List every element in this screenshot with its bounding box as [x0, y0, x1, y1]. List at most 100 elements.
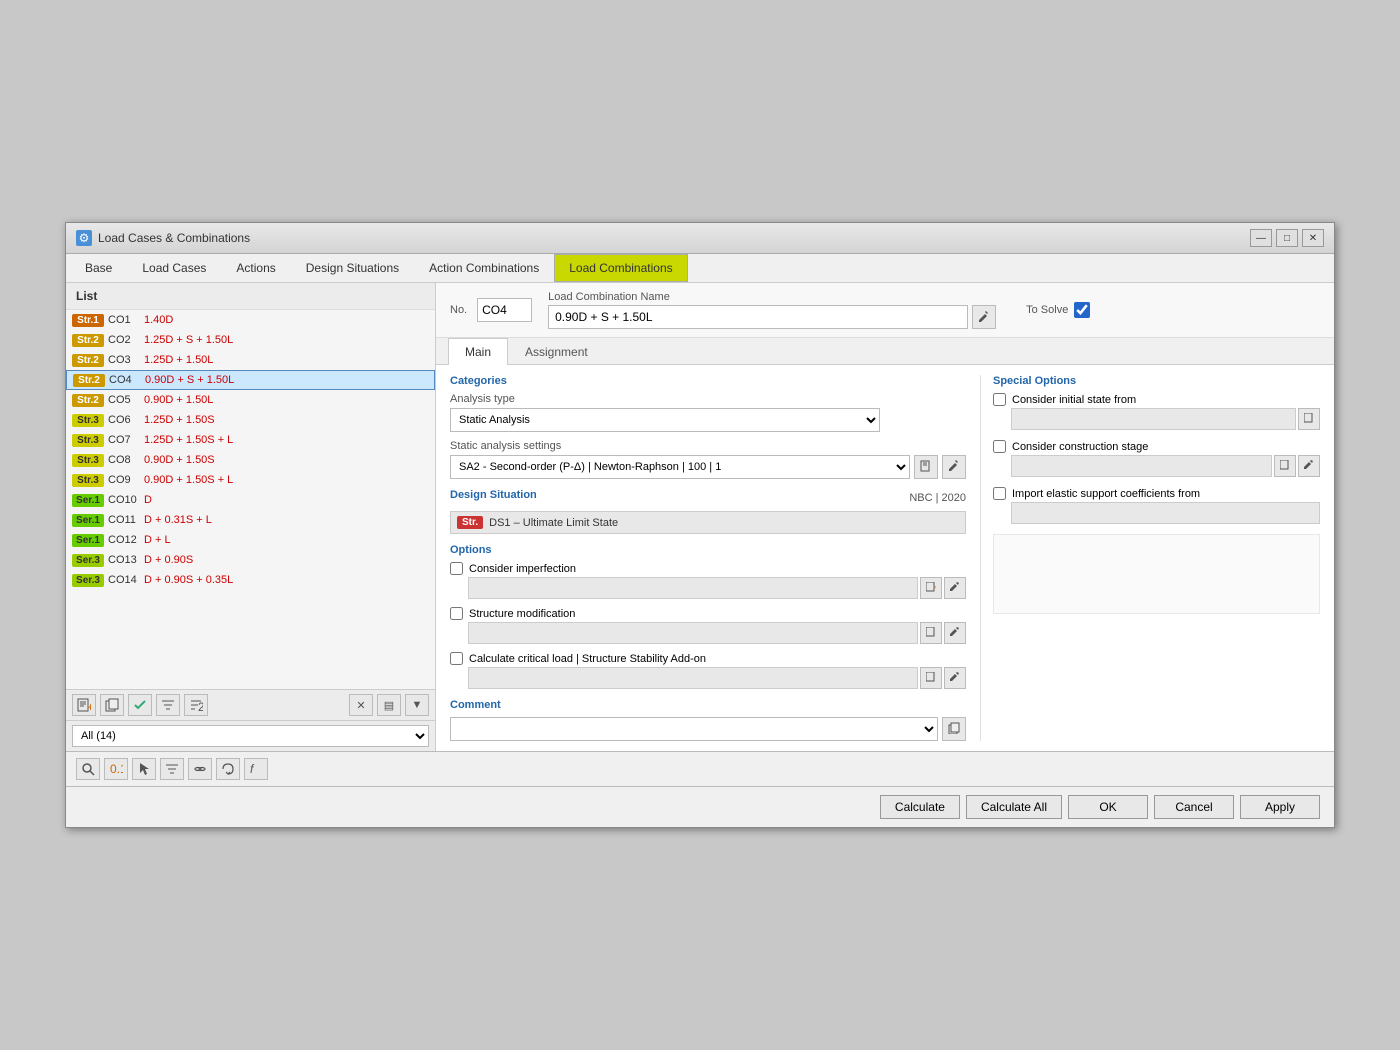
static-settings-select[interactable]: SA2 - Second-order (P-Δ) | Newton-Raphso…: [450, 455, 910, 479]
check-button[interactable]: [128, 694, 152, 716]
imperfection-edit-btn[interactable]: [944, 577, 966, 599]
search-toolbar-button[interactable]: [76, 758, 100, 780]
tab-assignment[interactable]: Assignment: [508, 338, 605, 365]
num-toolbar-button[interactable]: 0.1: [104, 758, 128, 780]
badge-ser3: Ser.3: [72, 574, 104, 587]
analysis-type-select[interactable]: Static Analysis: [450, 408, 880, 432]
list-item[interactable]: Str.2 CO5 0.90D + 1.50L: [66, 390, 435, 410]
copy-item-button[interactable]: [100, 694, 124, 716]
filter-button[interactable]: [156, 694, 180, 716]
item-formula: 1.25D + 1.50S + L: [144, 434, 233, 446]
elastic-support-checkbox[interactable]: [993, 487, 1006, 500]
loop-toolbar-button[interactable]: [216, 758, 240, 780]
calculate-all-button[interactable]: Calculate All: [966, 795, 1062, 819]
right-panel: No. Load Combination Name To Solve: [436, 283, 1334, 751]
comment-copy-btn[interactable]: [942, 717, 966, 741]
item-code: CO4: [109, 374, 139, 386]
list-item[interactable]: Ser.1 CO11 D + 0.31S + L: [66, 510, 435, 530]
menu-item-design-situations[interactable]: Design Situations: [291, 254, 414, 282]
badge-ser1: Ser.1: [72, 514, 104, 527]
sort-button[interactable]: 21: [184, 694, 208, 716]
imperfection-new-btn[interactable]: +: [920, 577, 942, 599]
settings-new-button[interactable]: [914, 455, 938, 479]
critical-load-edit-btn[interactable]: [944, 667, 966, 689]
combo-no-input[interactable]: [477, 298, 532, 322]
formula-toolbar-button[interactable]: f: [244, 758, 268, 780]
delete-button[interactable]: ✕: [349, 694, 373, 716]
list-item[interactable]: Str.3 CO7 1.25D + 1.50S + L: [66, 430, 435, 450]
cursor-toolbar-button[interactable]: [132, 758, 156, 780]
apply-button[interactable]: Apply: [1240, 795, 1320, 819]
construction-stage-edit-btn[interactable]: [1298, 455, 1320, 477]
critical-load-checkbox[interactable]: [450, 652, 463, 665]
new-item-button[interactable]: +: [72, 694, 96, 716]
consider-imperfection-checkbox[interactable]: [450, 562, 463, 575]
list-item[interactable]: Str.2 CO3 1.25D + 1.50L: [66, 350, 435, 370]
bottom-actions: Calculate Calculate All OK Cancel Apply: [66, 786, 1334, 827]
menu-item-load-combinations[interactable]: Load Combinations: [554, 254, 687, 282]
badge-str1: Str.1: [72, 314, 104, 327]
construction-stage-checkbox[interactable]: [993, 440, 1006, 453]
filter-row: All (14): [66, 720, 435, 751]
structure-mod-new-btn[interactable]: [920, 622, 942, 644]
ok-button[interactable]: OK: [1068, 795, 1148, 819]
item-formula: 1.25D + 1.50L: [144, 354, 213, 366]
filter-select[interactable]: All (14): [72, 725, 429, 747]
item-code: CO6: [108, 414, 138, 426]
svg-text:+: +: [87, 700, 91, 712]
cancel-button[interactable]: Cancel: [1154, 795, 1234, 819]
titlebar-controls: — □ ✕: [1250, 229, 1324, 247]
list-item[interactable]: Ser.3 CO13 D + 0.90S: [66, 550, 435, 570]
list-item[interactable]: Str.1 CO1 1.40D: [66, 310, 435, 330]
menu-item-action-combinations[interactable]: Action Combinations: [414, 254, 554, 282]
construction-stage-label: Consider construction stage: [1012, 441, 1148, 453]
item-code: CO1: [108, 314, 138, 326]
badge-ser3: Ser.3: [72, 554, 104, 567]
close-button[interactable]: ✕: [1302, 229, 1324, 247]
elastic-support-input: [1011, 502, 1320, 524]
list-item-selected[interactable]: Str.2 CO4 0.90D + S + 1.50L: [66, 370, 435, 390]
structure-mod-edit-btn[interactable]: [944, 622, 966, 644]
to-solve-checkbox[interactable]: [1074, 302, 1090, 318]
settings-edit-button[interactable]: [942, 455, 966, 479]
name-label: Load Combination Name: [548, 291, 996, 303]
critical-load-new-btn[interactable]: [920, 667, 942, 689]
maximize-button[interactable]: □: [1276, 229, 1298, 247]
elastic-support-label: Import elastic support coefficients from: [1012, 488, 1200, 500]
view-toggle-button[interactable]: ▤: [377, 694, 401, 716]
initial-state-btn[interactable]: [1298, 408, 1320, 430]
comment-select[interactable]: [450, 717, 938, 741]
structure-mod-checkbox[interactable]: [450, 607, 463, 620]
comment-label: Comment: [450, 699, 966, 711]
list-item[interactable]: Ser.1 CO10 D: [66, 490, 435, 510]
minimize-button[interactable]: —: [1250, 229, 1272, 247]
edit-name-button[interactable]: [972, 305, 996, 329]
list-item[interactable]: Str.2 CO2 1.25D + S + 1.50L: [66, 330, 435, 350]
item-formula: D + 0.90S: [144, 554, 193, 566]
item-formula: 1.25D + S + 1.50L: [144, 334, 233, 346]
initial-state-checkbox[interactable]: [993, 393, 1006, 406]
chain-toolbar-button[interactable]: [188, 758, 212, 780]
construction-stage-new-btn[interactable]: [1274, 455, 1296, 477]
list-item[interactable]: Str.3 CO8 0.90D + 1.50S: [66, 450, 435, 470]
tab-content: Categories Analysis type Static Analysis…: [436, 365, 1334, 751]
menu-item-load-cases[interactable]: Load Cases: [127, 254, 221, 282]
static-settings-label: Static analysis settings: [450, 440, 966, 452]
svg-text:0.1: 0.1: [110, 762, 123, 776]
list-item[interactable]: Str.3 CO9 0.90D + 1.50S + L: [66, 470, 435, 490]
list-item[interactable]: Ser.1 CO12 D + L: [66, 530, 435, 550]
list-item[interactable]: Ser.3 CO14 D + 0.90S + 0.35L: [66, 570, 435, 590]
special-options-section: Special Options Consider initial state f…: [993, 375, 1320, 614]
combo-name-input[interactable]: [548, 305, 968, 329]
design-situation-label: Design Situation: [450, 489, 537, 501]
more-button[interactable]: ▼: [405, 694, 429, 716]
item-code: CO11: [108, 514, 138, 526]
calculate-button[interactable]: Calculate: [880, 795, 960, 819]
comment-section: Comment: [450, 699, 966, 741]
menu-item-base[interactable]: Base: [70, 254, 127, 282]
filter-toolbar-button[interactable]: [160, 758, 184, 780]
tab-main[interactable]: Main: [448, 338, 508, 365]
combo-header: No. Load Combination Name To Solve: [436, 283, 1334, 338]
list-item[interactable]: Str.3 CO6 1.25D + 1.50S: [66, 410, 435, 430]
menu-item-actions[interactable]: Actions: [221, 254, 290, 282]
